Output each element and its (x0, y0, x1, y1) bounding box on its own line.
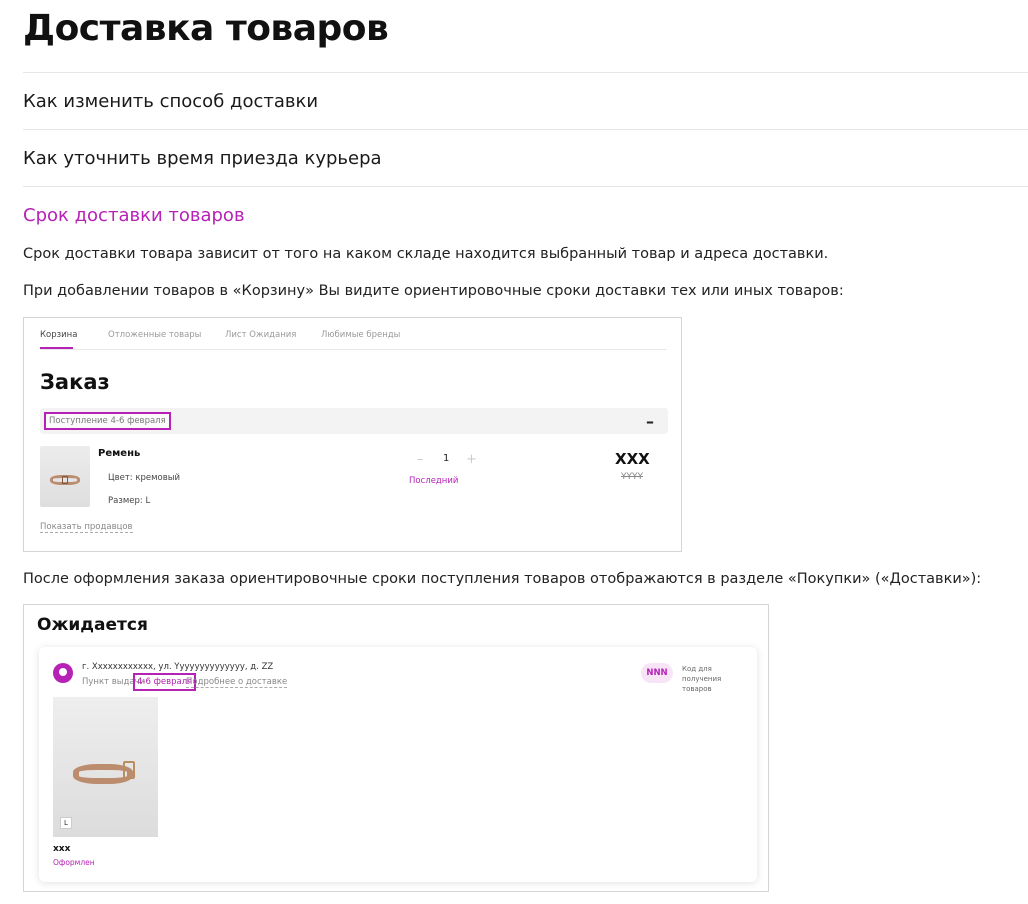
delivery-card: г. Xxxxxxxxxxxx, ул. Yyyyyyyyyyyyyy, д. … (39, 647, 757, 882)
product-name[interactable]: Ремень (98, 448, 140, 459)
expected-title: Ожидается (37, 615, 148, 635)
expected-screenshot: Ожидается г. Xxxxxxxxxxxx, ул. Yyyyyyyyy… (23, 604, 769, 892)
location-pin-icon (53, 663, 73, 683)
pickup-code-badge: NNN (641, 663, 673, 683)
show-sellers-link[interactable]: Показать продавцов (40, 522, 133, 533)
delivery-date-highlight: Поступление 4-6 февраля (44, 412, 171, 430)
cart-screenshot: Корзина Отложенные товары Лист Ожидания … (23, 317, 682, 552)
paragraph-delivery-depends: Срок доставки товара зависит от того на … (23, 246, 829, 262)
item-image[interactable]: L (53, 697, 158, 837)
order-title: Заказ (40, 370, 110, 394)
faq-delivery-term[interactable]: Срок доставки товаров (23, 205, 245, 226)
page-title: Доставка товаров (23, 8, 389, 49)
divider (23, 186, 1028, 187)
cart-tabs: Корзина Отложенные товары Лист Ожидания … (40, 330, 667, 350)
pickup-code-label: Код для получения товаров (682, 665, 722, 693)
buckle-shape (123, 761, 135, 779)
faq-change-delivery[interactable]: Как изменить способ доставки (23, 91, 318, 112)
divider (23, 72, 1028, 73)
product-size: Размер: L (108, 496, 151, 506)
item-status: Оформлен (53, 858, 95, 867)
tab-cart[interactable]: Корзина (40, 330, 77, 340)
delivery-address: г. Xxxxxxxxxxxx, ул. Yyyyyyyyyyyyyy, д. … (82, 662, 274, 672)
delivery-group-header[interactable]: Поступление 4-6 февраля – (40, 408, 668, 434)
product-color: Цвет: кремовый (108, 473, 180, 483)
tab-waitlist[interactable]: Лист Ожидания (225, 330, 296, 340)
collapse-button[interactable]: – (646, 412, 654, 431)
tab-deferred[interactable]: Отложенные товары (108, 330, 201, 340)
size-badge: L (60, 817, 72, 829)
divider (23, 129, 1028, 130)
last-item-label: Последний (409, 476, 459, 486)
tab-brands[interactable]: Любимые бренды (321, 330, 400, 340)
qty-plus-button[interactable]: + (466, 452, 477, 467)
product-old-price: YYYY (621, 472, 643, 482)
qty-minus-button[interactable]: – (417, 452, 424, 467)
qty-value: 1 (443, 453, 450, 464)
paragraph-after-order: После оформления заказа ориентировочные … (23, 571, 982, 587)
active-tab-indicator (40, 347, 73, 349)
paragraph-cart-terms: При добавлении товаров в «Корзину» Вы ви… (23, 283, 844, 299)
faq-courier-time[interactable]: Как уточнить время приезда курьера (23, 148, 382, 169)
delivery-details-link[interactable]: Подробнее о доставке (186, 677, 288, 688)
product-price: XXX (615, 450, 650, 468)
item-price: xxx (53, 844, 71, 854)
product-image[interactable] (40, 446, 90, 507)
buckle-shape (62, 476, 68, 484)
